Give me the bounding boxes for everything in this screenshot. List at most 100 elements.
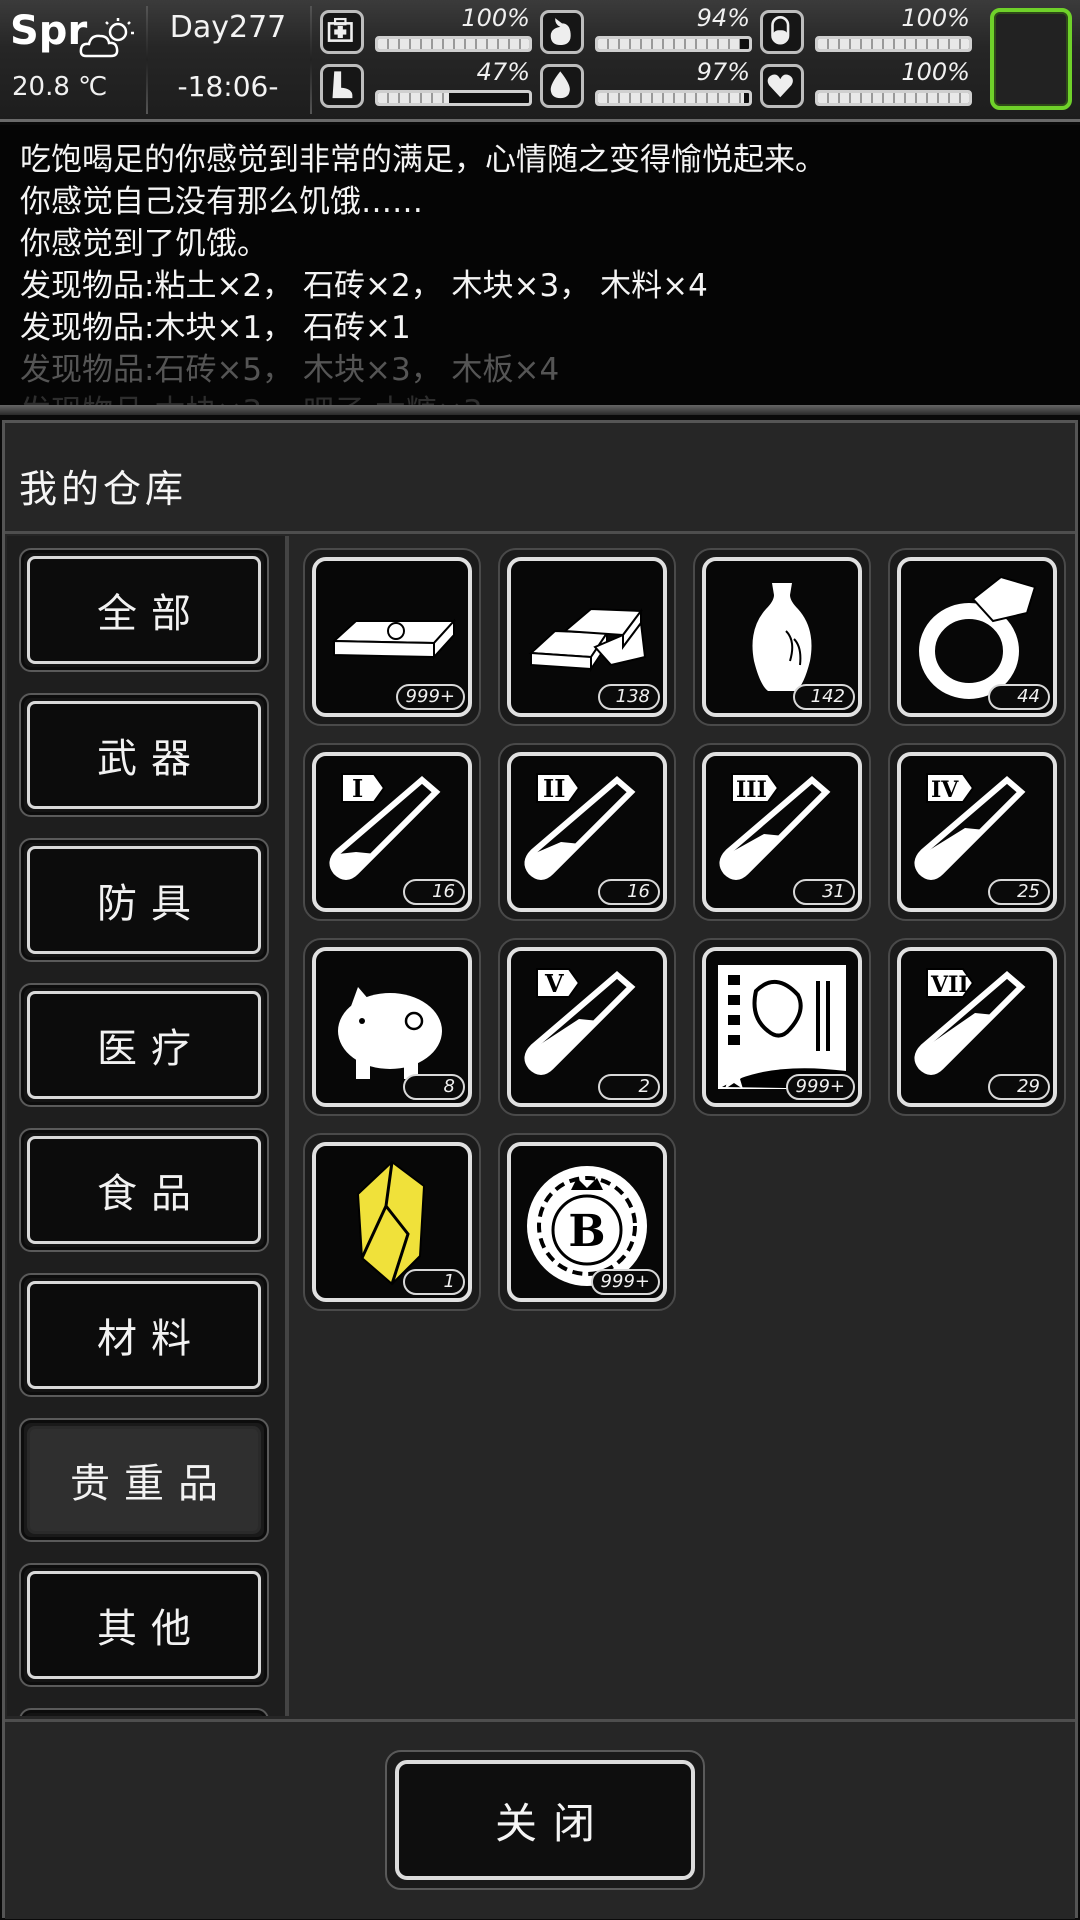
close-button-label: 关闭 — [395, 1760, 695, 1880]
day-counter: Day277 — [169, 10, 287, 45]
category-label: 材料 — [27, 1281, 261, 1389]
equipped-slot[interactable] — [990, 8, 1072, 110]
item-count: 999+ — [785, 1074, 855, 1100]
category-all-button[interactable]: 全部 — [19, 548, 269, 672]
happiness-bar — [815, 90, 972, 106]
item-slot[interactable]: I 16 — [303, 743, 481, 921]
mood-stat: 100% — [760, 4, 980, 56]
hunger-bar-fill — [598, 39, 740, 49]
item-slot[interactable]: 1 — [303, 1133, 481, 1311]
category-label: 武器 — [27, 701, 261, 809]
thirst-bar-fill — [598, 93, 745, 103]
partly-cloudy-icon — [79, 18, 134, 58]
warehouse-panel: 我的仓库 全部 武器 防具 医疗 食品 材料 贵重品 其他 999+ 138 1… — [2, 420, 1078, 1919]
item-slot[interactable]: 142 — [693, 548, 871, 726]
item-slot[interactable]: 999+ — [303, 548, 481, 726]
item-slot[interactable]: 138 — [498, 548, 676, 726]
log-line: 发现物品:石砖×5， 木块×3， 木板×4 — [20, 352, 560, 388]
log-line: 发现物品:木块×1， 石砖×1 — [20, 310, 411, 346]
category-valuables-button[interactable]: 贵重品 — [19, 1418, 269, 1542]
category-other-button[interactable]: 其他 — [19, 1563, 269, 1687]
panel-title: 我的仓库 — [19, 467, 188, 511]
health-percent: 100% — [461, 4, 530, 32]
mood-bar-fill — [818, 39, 969, 49]
log-line: 发现物品:粘土×2， 石砖×2， 木块×3， 木料×4 — [20, 268, 708, 304]
potion-tier-label: III — [736, 777, 767, 803]
category-label: 防具 — [27, 846, 261, 954]
item-slot[interactable]: III 31 — [693, 743, 871, 921]
item-slot[interactable]: 44 — [888, 548, 1066, 726]
item-count: 44 — [988, 684, 1050, 710]
thirst-stat: 97% — [540, 58, 760, 110]
thirst-percent: 97% — [696, 58, 750, 86]
medkit-icon — [320, 10, 364, 54]
foot-icon — [320, 64, 364, 108]
item-count: 25 — [988, 879, 1050, 905]
potion-tier-label: V — [544, 969, 564, 998]
message-log[interactable]: 吃饱喝足的你感觉到非常的满足，心情随之变得愉悦起来。 你感觉自己没有那么饥饿……… — [0, 125, 1080, 410]
item-slot[interactable]: VII 29 — [888, 938, 1066, 1116]
potion-tier-label: II — [543, 774, 565, 803]
divider — [146, 6, 148, 114]
temperature: 20.8 ℃ — [12, 72, 108, 102]
status-bar: Spr 20.8 ℃ Day277 -18:06- 100% 94% 100% … — [0, 0, 1080, 122]
divider — [5, 531, 1075, 534]
item-count: 29 — [988, 1074, 1050, 1100]
svg-text:B: B — [568, 1206, 605, 1257]
item-slot[interactable]: IV 25 — [888, 743, 1066, 921]
category-armor-button[interactable]: 防具 — [19, 838, 269, 962]
item-count: 31 — [793, 879, 855, 905]
item-count: 16 — [403, 879, 465, 905]
category-medical-button[interactable]: 医疗 — [19, 983, 269, 1107]
health-stat: 100% — [320, 4, 540, 56]
potion-tier-label: VII — [930, 972, 969, 998]
stamina-stat: 47% — [320, 58, 540, 110]
stamina-bar-fill — [378, 93, 449, 103]
item-slot[interactable]: II 16 — [498, 743, 676, 921]
item-count: 16 — [598, 879, 660, 905]
happiness-stat: 100% — [760, 58, 980, 110]
category-more-button[interactable] — [19, 1708, 269, 1716]
item-grid: 999+ 138 142 44 I 16 II 16 III 31 IV 25 … — [303, 548, 1073, 1708]
log-line: 吃饱喝足的你感觉到非常的满足，心情随之变得愉悦起来。 — [20, 142, 826, 178]
capsule-icon — [760, 10, 804, 54]
category-label: 贵重品 — [27, 1426, 261, 1534]
log-divider — [0, 405, 1080, 415]
item-count: 999+ — [395, 684, 465, 710]
category-sidebar[interactable]: 全部 武器 防具 医疗 食品 材料 贵重品 其他 — [7, 536, 285, 1716]
category-label: 食品 — [27, 1136, 261, 1244]
hunger-bar — [595, 36, 752, 52]
stamina-bar — [375, 90, 532, 106]
mood-bar — [815, 36, 972, 52]
category-materials-button[interactable]: 材料 — [19, 1273, 269, 1397]
item-count: 142 — [793, 684, 855, 710]
item-count: 1 — [403, 1269, 465, 1295]
heart-icon — [760, 64, 804, 108]
category-label: 全部 — [27, 556, 261, 664]
divider — [285, 536, 289, 1716]
happiness-percent: 100% — [901, 58, 970, 86]
stomach-icon — [540, 10, 584, 54]
close-button[interactable]: 关闭 — [385, 1750, 705, 1890]
panel-footer: 关闭 — [5, 1719, 1075, 1919]
item-slot[interactable]: 999+ — [693, 938, 871, 1116]
item-slot[interactable]: 8 — [303, 938, 481, 1116]
thirst-bar — [595, 90, 752, 106]
happiness-bar-fill — [818, 93, 969, 103]
category-label: 医疗 — [27, 991, 261, 1099]
category-food-button[interactable]: 食品 — [19, 1128, 269, 1252]
item-slot[interactable]: V 2 — [498, 938, 676, 1116]
health-bar — [375, 36, 532, 52]
item-count: 138 — [598, 684, 660, 710]
category-weapons-button[interactable]: 武器 — [19, 693, 269, 817]
potion-tier-label: IV — [931, 777, 959, 803]
mood-percent: 100% — [901, 4, 970, 32]
season-label: Spr — [10, 8, 88, 54]
stamina-percent: 47% — [476, 58, 530, 86]
water-drop-icon — [540, 64, 584, 108]
divider — [310, 6, 312, 114]
item-slot[interactable]: B 999+ — [498, 1133, 676, 1311]
game-clock: -18:06- — [177, 70, 279, 103]
item-count: 999+ — [590, 1269, 660, 1295]
log-line: 你感觉到了饥饿。 — [20, 226, 268, 262]
